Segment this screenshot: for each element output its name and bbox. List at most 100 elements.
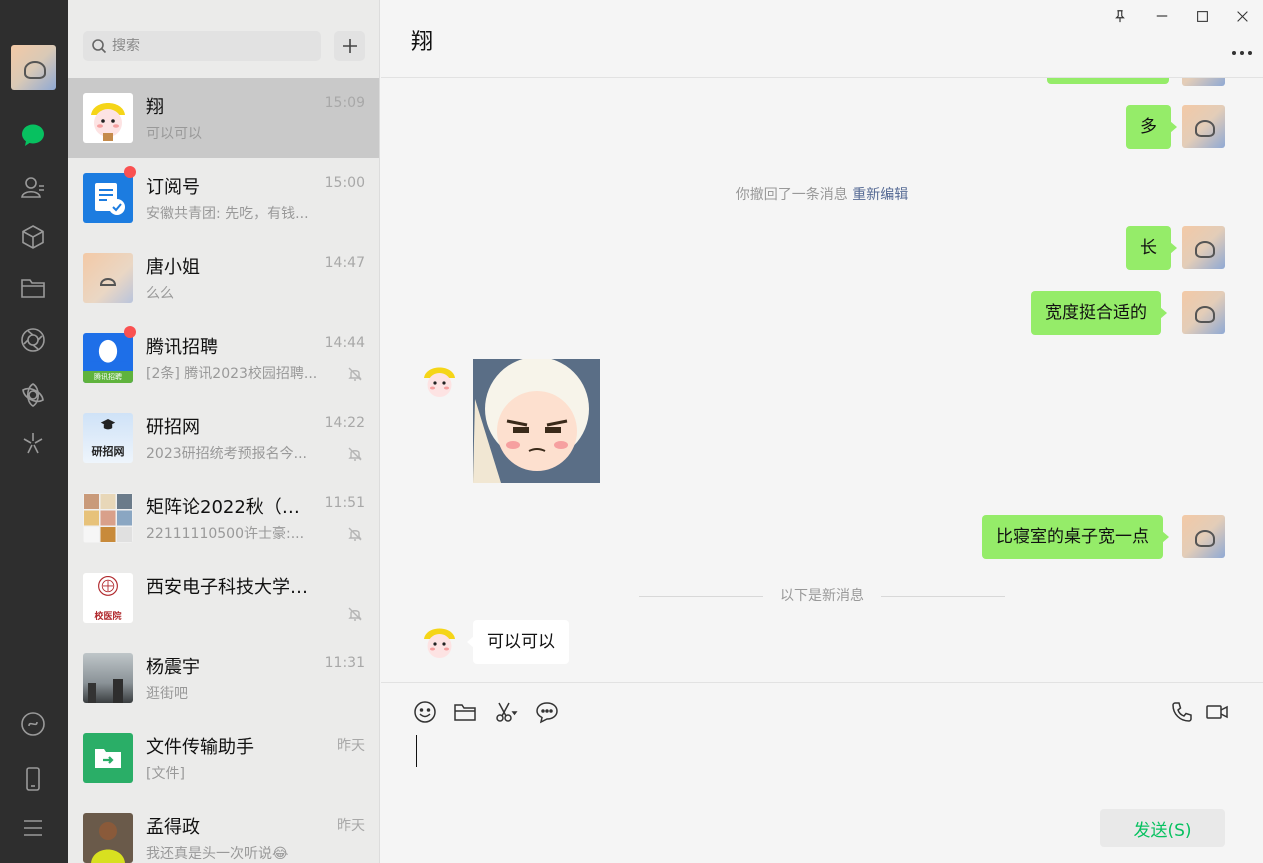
- avatar: 腾讯招聘: [83, 333, 133, 383]
- new-messages-divider: 以下是新消息: [639, 586, 1005, 606]
- avatar-label: 腾讯招聘: [83, 371, 133, 383]
- avatar-label: 校医院: [94, 612, 122, 622]
- avatar: [83, 173, 133, 223]
- close-icon[interactable]: [1230, 5, 1254, 27]
- screenshot-icon[interactable]: [493, 699, 519, 725]
- chat-name: 研招网: [146, 417, 200, 438]
- my-avatar[interactable]: [1182, 226, 1225, 269]
- search-input[interactable]: [112, 38, 312, 54]
- recall-notice: 你撤回了一条消息 重新编辑: [381, 184, 1263, 204]
- chat-name: 杨震宇: [146, 657, 200, 678]
- chat-item-file-transfer[interactable]: 文件传输助手 昨天 [文件]: [68, 718, 379, 798]
- folder-icon[interactable]: [18, 273, 48, 303]
- contact-avatar[interactable]: [418, 620, 461, 663]
- search-discover-icon[interactable]: [18, 428, 48, 458]
- chat-item-xiang[interactable]: 翔 15:09 可以可以: [68, 78, 379, 158]
- chat-preview: [2条] 腾讯2023校园招聘...: [146, 366, 318, 382]
- chat-preview: 么么: [146, 286, 174, 302]
- unread-dot: [124, 166, 136, 178]
- chat-icon[interactable]: [18, 120, 48, 150]
- favorites-icon[interactable]: [18, 222, 48, 252]
- chat-list: 翔 15:09 可以可以 订阅号 15:00 安徽共青团: 先吃，有钱... 唐…: [68, 78, 379, 863]
- chat-time: 14:22: [324, 415, 365, 431]
- chat-history-icon[interactable]: [534, 699, 560, 725]
- mute-icon: [348, 527, 362, 541]
- composer: 发送(S): [381, 682, 1263, 863]
- message-bubble-clipped[interactable]: [1047, 78, 1169, 84]
- chat-preview: [文件]: [146, 766, 185, 782]
- message-bubble[interactable]: 多: [1126, 105, 1177, 149]
- message-bubble[interactable]: 长: [1126, 226, 1177, 270]
- avatar: [83, 733, 133, 783]
- file-icon[interactable]: [452, 699, 478, 725]
- re-edit-link[interactable]: 重新编辑: [852, 187, 908, 203]
- mini-program-icon[interactable]: [18, 709, 48, 739]
- recall-text: 你撤回了一条消息: [735, 187, 848, 203]
- chat-list-panel: 翔 15:09 可以可以 订阅号 15:00 安徽共青团: 先吃，有钱... 唐…: [68, 0, 380, 863]
- mute-icon: [348, 447, 362, 461]
- contacts-icon[interactable]: [18, 172, 48, 202]
- search-icon: [92, 39, 107, 54]
- maximize-icon[interactable]: [1190, 5, 1214, 27]
- sticker-image[interactable]: [473, 357, 600, 483]
- nav-rail: [0, 0, 68, 863]
- chat-time: 昨天: [337, 738, 365, 754]
- chat-name: 订阅号: [146, 177, 200, 198]
- message-bubble[interactable]: 比寝室的桌子宽一点: [982, 515, 1169, 559]
- my-avatar[interactable]: [1182, 78, 1225, 86]
- chat-preview: 22111110500许士豪:...: [146, 526, 305, 542]
- chat-item-tang[interactable]: 唐小姐 14:47 么么: [68, 238, 379, 318]
- my-avatar[interactable]: [1182, 105, 1225, 148]
- my-avatar[interactable]: [11, 45, 56, 90]
- voice-call-icon[interactable]: [1169, 699, 1195, 725]
- add-button[interactable]: [334, 31, 365, 61]
- avatar: 校医院: [83, 573, 133, 623]
- chat-preview: 2023研招统考预报名今...: [146, 446, 307, 462]
- text-cursor: [416, 735, 417, 767]
- message-input[interactable]: [411, 733, 1231, 803]
- chat-name: 文件传输助手: [146, 737, 254, 758]
- chat-name: 唐小姐: [146, 257, 200, 278]
- menu-icon[interactable]: [18, 813, 48, 843]
- more-options-icon[interactable]: [1231, 40, 1253, 61]
- send-button[interactable]: 发送(S): [1100, 809, 1225, 847]
- mute-icon: [348, 367, 362, 381]
- contact-avatar[interactable]: [418, 359, 461, 402]
- minimize-icon[interactable]: [1150, 5, 1174, 27]
- avatar: [83, 653, 133, 703]
- mute-icon: [348, 607, 362, 621]
- chat-time: 14:47: [324, 255, 365, 271]
- message-bubble[interactable]: 可以可以: [467, 620, 569, 664]
- chat-item-subscriptions[interactable]: 订阅号 15:00 安徽共青团: 先吃，有钱...: [68, 158, 379, 238]
- avatar: 研招网: [83, 413, 133, 463]
- avatar: [83, 93, 133, 143]
- message-bubble[interactable]: 宽度挺合适的: [1031, 291, 1167, 335]
- video-call-icon[interactable]: [1204, 699, 1230, 725]
- chat-preview: 可以可以: [146, 126, 202, 142]
- chat-item-tencent-hr[interactable]: 腾讯招聘 腾讯招聘 14:44 [2条] 腾讯2023校园招聘...: [68, 318, 379, 398]
- chat-item-matrix-group[interactable]: 矩阵论2022秋（翟... 11:51 22111110500许士豪:...: [68, 478, 379, 558]
- my-avatar[interactable]: [1182, 515, 1225, 558]
- moments-icon[interactable]: [18, 325, 48, 355]
- emoji-icon[interactable]: [412, 699, 438, 725]
- chat-item-meng[interactable]: 孟得政 昨天 我还真是头一次听说😂: [68, 798, 379, 863]
- phone-icon[interactable]: [18, 764, 48, 794]
- my-avatar[interactable]: [1182, 291, 1225, 334]
- message-list: 多 你撤回了一条消息 重新编辑 长 宽度挺合适的 比寝室的桌子宽一点 以下是新消…: [381, 78, 1263, 682]
- search-bar[interactable]: [83, 31, 321, 61]
- chat-name: 孟得政: [146, 817, 200, 838]
- unread-dot: [124, 326, 136, 338]
- chat-time: 15:09: [324, 95, 365, 111]
- chat-time: 14:44: [324, 335, 365, 351]
- chat-item-yang[interactable]: 杨震宇 11:31 逛街吧: [68, 638, 379, 718]
- chat-item-hospital[interactable]: 校医院 西安电子科技大学医院: [68, 558, 379, 638]
- chat-name: 矩阵论2022秋（翟...: [146, 497, 316, 518]
- chat-time: 昨天: [337, 818, 365, 834]
- chat-time: 11:31: [324, 655, 365, 671]
- chat-time: 11:51: [324, 495, 365, 511]
- chat-item-yanzhao[interactable]: 研招网 研招网 14:22 2023研招统考预报名今...: [68, 398, 379, 478]
- chat-time: 15:00: [324, 175, 365, 191]
- pin-icon[interactable]: [1108, 5, 1132, 27]
- group-avatar: [83, 493, 133, 543]
- channels-icon[interactable]: [18, 380, 48, 410]
